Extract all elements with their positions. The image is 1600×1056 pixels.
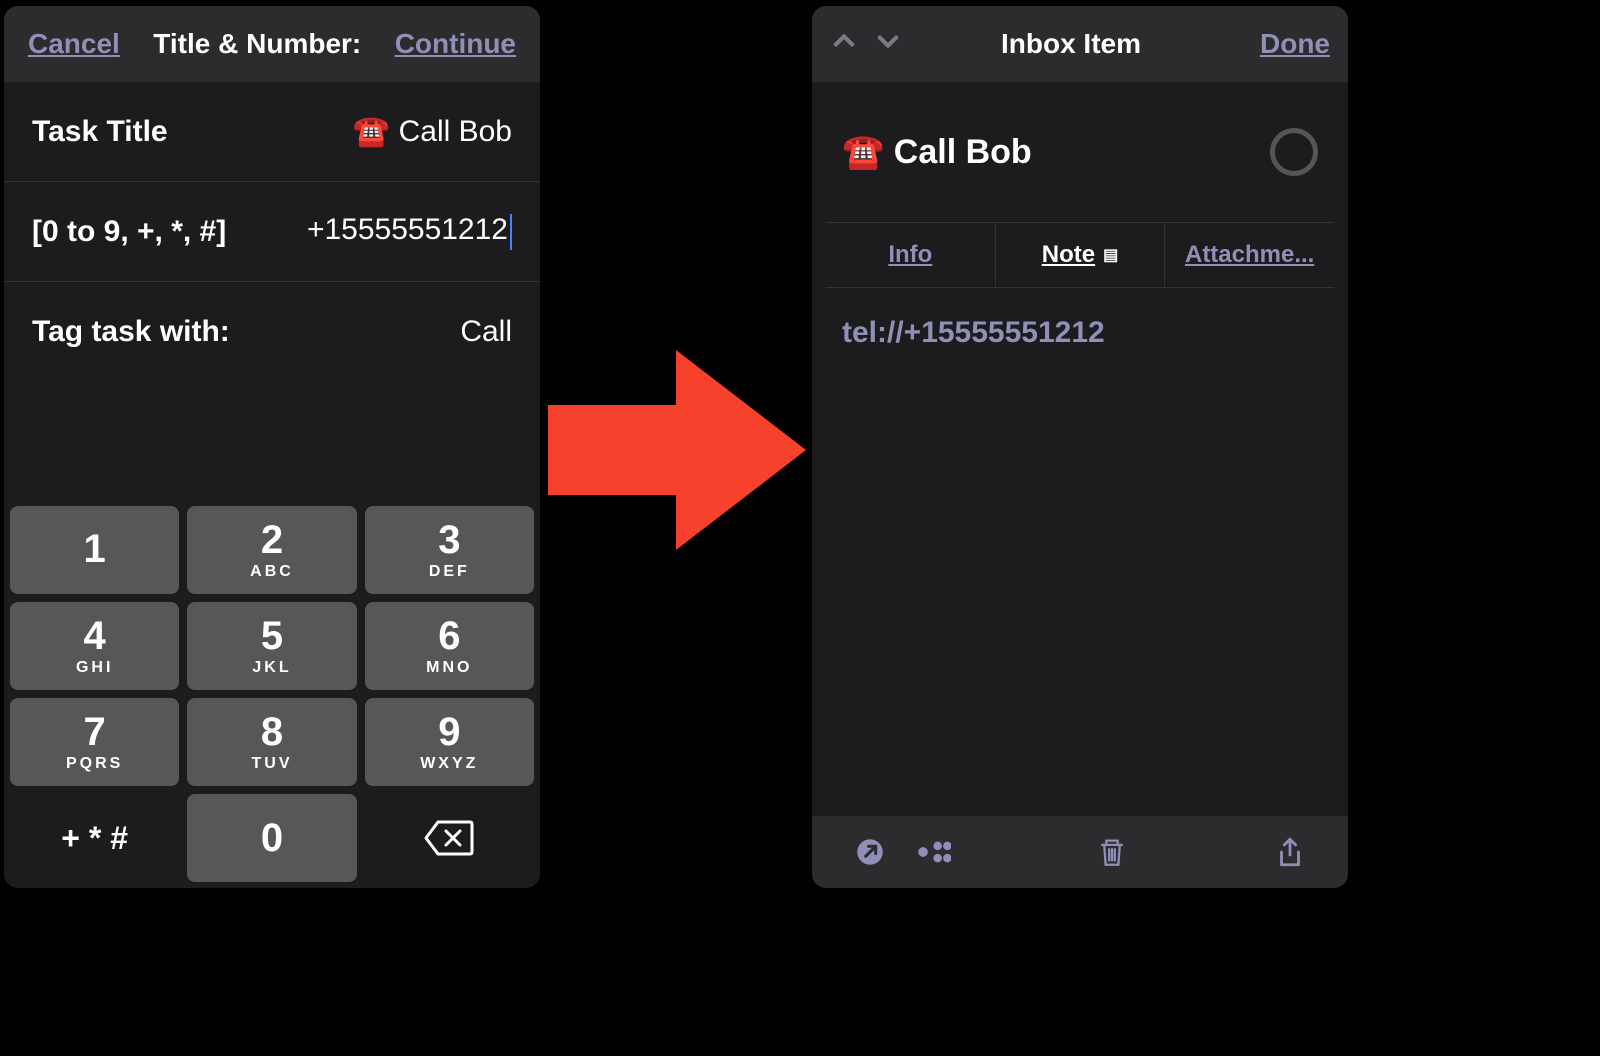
done-button[interactable]: Done <box>1260 28 1330 60</box>
detail-tabs: Info Note ▤ Attachme... <box>826 222 1334 288</box>
share-icon[interactable] <box>1272 834 1308 870</box>
tag-value: Call <box>460 315 512 349</box>
backspace-icon <box>424 820 474 856</box>
result-title: Inbox Item <box>898 28 1244 60</box>
tag-label: Tag task with: <box>32 315 230 349</box>
chevron-up-icon[interactable] <box>830 25 858 64</box>
key-0[interactable]: 0 <box>187 794 356 882</box>
dialog-header: Cancel Title & Number: Continue <box>4 6 540 82</box>
tag-row[interactable]: Tag task with: Call <box>4 282 540 382</box>
key-backspace[interactable] <box>365 794 534 882</box>
note-indicator-icon: ▤ <box>1103 245 1118 265</box>
task-name: ☎️ Call Bob <box>842 132 1032 172</box>
key-6[interactable]: 6MNO <box>365 602 534 690</box>
key-1[interactable]: 1 <box>10 506 179 594</box>
task-header-row: ☎️ Call Bob <box>812 82 1348 222</box>
result-panel: Inbox Item Done ☎️ Call Bob Info Note ▤ … <box>812 6 1348 888</box>
note-content[interactable]: tel://+15555551212 <box>812 288 1348 378</box>
key-2[interactable]: 2ABC <box>187 506 356 594</box>
key-5[interactable]: 5JKL <box>187 602 356 690</box>
cancel-button[interactable]: Cancel <box>28 28 120 60</box>
task-title-label: Task Title <box>32 115 168 149</box>
completion-circle[interactable] <box>1270 128 1318 176</box>
key-symbols[interactable]: + * # <box>10 794 179 882</box>
convert-icon[interactable] <box>916 834 952 870</box>
tab-note[interactable]: Note ▤ <box>996 223 1166 287</box>
key-8[interactable]: 8TUV <box>187 698 356 786</box>
task-title-row[interactable]: Task Title ☎️ Call Bob <box>4 82 540 182</box>
text-cursor <box>510 214 512 250</box>
trash-icon[interactable] <box>1094 834 1130 870</box>
continue-button[interactable]: Continue <box>395 28 516 60</box>
key-3[interactable]: 3DEF <box>365 506 534 594</box>
key-7[interactable]: 7PQRS <box>10 698 179 786</box>
input-dialog-panel: Cancel Title & Number: Continue Task Tit… <box>4 6 540 888</box>
dialog-title: Title & Number: <box>153 28 361 60</box>
tab-info[interactable]: Info <box>826 223 996 287</box>
result-header: Inbox Item Done <box>812 6 1348 82</box>
key-9[interactable]: 9WXYZ <box>365 698 534 786</box>
number-field-value[interactable]: +15555551212 <box>307 213 512 249</box>
tab-attachments[interactable]: Attachme... <box>1165 223 1334 287</box>
task-title-value: ☎️ Call Bob <box>353 114 512 149</box>
number-field-label: [0 to 9, +, *, #] <box>32 215 226 249</box>
action-icon[interactable] <box>852 834 888 870</box>
number-row[interactable]: [0 to 9, +, *, #] +15555551212 <box>4 182 540 282</box>
bottom-toolbar <box>812 816 1348 888</box>
numeric-keypad: 1 2ABC 3DEF 4GHI 5JKL 6MNO 7PQRS 8TUV 9W… <box>4 500 540 888</box>
key-4[interactable]: 4GHI <box>10 602 179 690</box>
arrow-icon <box>548 350 808 550</box>
